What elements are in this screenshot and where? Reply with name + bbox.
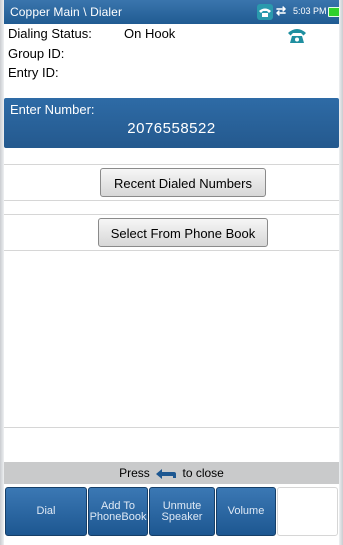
recent-dialed-numbers-button[interactable]: Recent Dialed Numbers bbox=[100, 168, 266, 197]
enter-number-label: Enter Number: bbox=[10, 102, 95, 117]
divider bbox=[4, 250, 339, 251]
dialing-status-label: Dialing Status: bbox=[8, 26, 92, 41]
empty-tab bbox=[277, 487, 338, 536]
divider bbox=[4, 164, 339, 165]
phone-status-icon bbox=[257, 4, 273, 20]
status-info: Dialing Status: On Hook Group ID: Entry … bbox=[4, 24, 339, 98]
function-tab-bar: Dial Add To PhoneBook Unmute Speaker Vol… bbox=[4, 484, 339, 541]
clock: 5:03 PM bbox=[293, 6, 327, 16]
press-prefix: Press bbox=[119, 466, 150, 480]
dial-tab[interactable]: Dial bbox=[5, 487, 87, 536]
divider bbox=[4, 200, 339, 201]
divider bbox=[4, 427, 339, 428]
enter-number-field[interactable]: Enter Number: 2076558522 bbox=[4, 98, 339, 148]
entry-id-label: Entry ID: bbox=[8, 65, 59, 80]
volume-tab[interactable]: Volume bbox=[216, 487, 276, 536]
group-id-label: Group ID: bbox=[8, 46, 65, 61]
press-suffix: to close bbox=[182, 466, 224, 480]
sync-icon: ⇄ bbox=[276, 4, 287, 18]
window-title: Copper Main \ Dialer bbox=[10, 5, 123, 19]
battery-icon bbox=[328, 7, 340, 17]
title-bar: Copper Main \ Dialer ⇄ 5:03 PM bbox=[4, 0, 340, 25]
unmute-speaker-tab[interactable]: Unmute Speaker bbox=[149, 487, 215, 536]
right-bezel bbox=[339, 0, 343, 545]
select-from-phone-book-button[interactable]: Select From Phone Book bbox=[98, 218, 268, 247]
add-to-phonebook-tab[interactable]: Add To PhoneBook bbox=[88, 487, 148, 536]
back-arrow-icon bbox=[156, 468, 177, 479]
dialing-status-value: On Hook bbox=[124, 26, 176, 41]
phone-on-hook-icon bbox=[288, 29, 306, 43]
press-to-close-bar: Press to close bbox=[4, 462, 339, 484]
number-value[interactable]: 2076558522 bbox=[4, 120, 339, 137]
divider bbox=[4, 214, 339, 215]
